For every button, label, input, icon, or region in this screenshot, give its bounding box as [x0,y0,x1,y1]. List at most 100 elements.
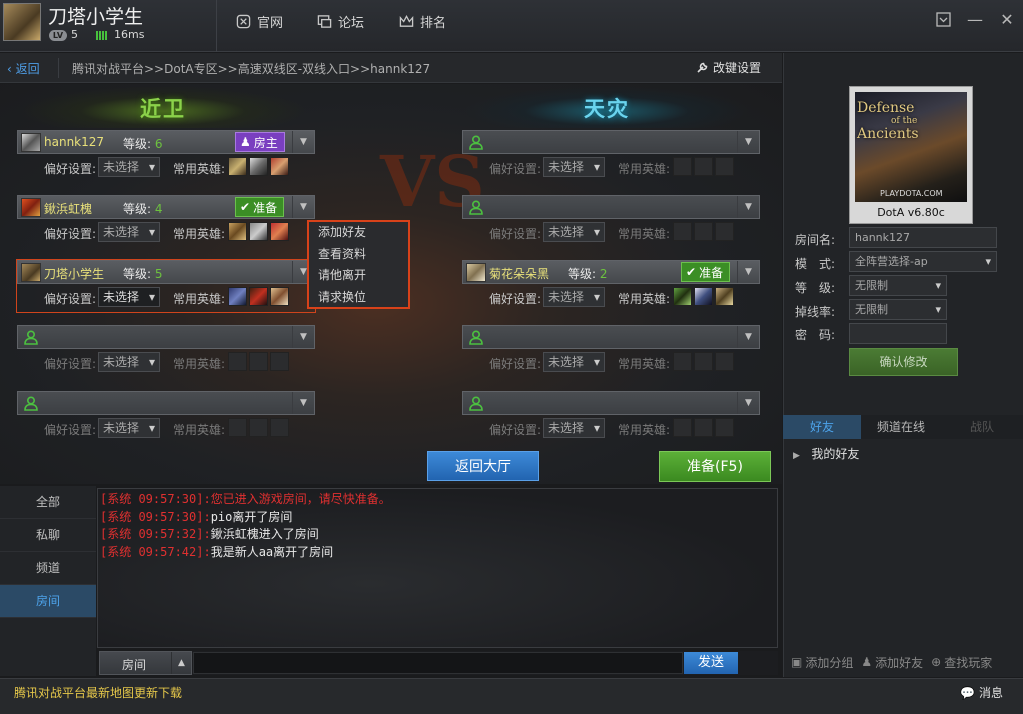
player-avatar [466,263,486,282]
hero-placeholder [694,352,713,371]
player-name[interactable]: 菊花朵朵黑 [489,265,549,282]
chevron-down-icon[interactable]: ▼ [737,392,759,414]
messages-button[interactable]: 💬 消息 [960,684,1003,701]
return-lobby-button[interactable]: 返回大厅 [427,451,539,481]
chevron-down-icon[interactable]: ▼ [292,196,314,218]
avatar[interactable] [3,3,41,41]
player-name[interactable]: 刀塔小学生 [44,265,104,282]
friend-group[interactable]: ▶ 我的好友 [793,445,859,462]
user-icon [469,200,483,215]
nav-forum[interactable]: 论坛 [317,11,364,31]
chevron-down-icon[interactable]: ▼ [737,326,759,348]
hero-portrait[interactable] [228,157,247,176]
empty-slot[interactable]: ▼ 偏好设置: 未选择 常用英雄: [462,195,760,247]
player-slot[interactable]: 菊花朵朵黑 等级: 2 ✔准备 ▼ 偏好设置: 未选择 常用英雄: [462,260,760,312]
chat-input[interactable] [193,652,683,674]
slot-header: 刀塔小学生 等级: 5 ▼ [17,260,315,284]
chat-log[interactable]: [系统 09:57:30]:您已进入游戏房间，请尽快准备。 [系统 09:57:… [97,488,778,648]
slot-settings: 偏好设置: 未选择 常用英雄: [17,417,315,441]
hero-portrait[interactable] [673,287,692,306]
chevron-down-icon[interactable]: ▼ [292,326,314,348]
pref-select[interactable]: 未选择 [98,418,160,438]
chevron-down-icon[interactable]: ▼ [737,131,759,153]
pref-select[interactable]: 未选择 [543,287,605,307]
hero-placeholder [673,418,692,437]
hero-portrait[interactable] [715,287,734,306]
chat-tab-room[interactable]: 房间 [0,585,96,618]
drop-rate-select[interactable]: 无限制 [849,299,947,320]
chevron-down-icon[interactable]: ▼ [292,131,314,153]
pref-select[interactable]: 未选择 [98,352,160,372]
slot-settings: 偏好设置: 未选择 常用英雄: [462,286,760,310]
empty-slot[interactable]: ▼ 偏好设置: 未选择 常用英雄: [462,130,760,182]
news-link[interactable]: 腾讯对战平台最新地图更新下载 [14,684,182,701]
pref-label: 偏好设置: [489,292,542,306]
close-icon[interactable]: ✕ [991,0,1023,38]
chat-tab-all[interactable]: 全部 [0,486,96,519]
level-req-select[interactable]: 无限制 [849,275,947,296]
nav-official[interactable]: 官网 [236,11,283,31]
hero-portrait[interactable] [270,157,289,176]
confirm-changes-button[interactable]: 确认修改 [849,348,958,376]
hero-portrait[interactable] [228,287,247,306]
hero-portrait[interactable] [228,222,247,241]
nav-ranking[interactable]: 排名 [399,11,446,31]
pref-select[interactable]: 未选择 [98,222,160,242]
add-group-button[interactable]: ▣ 添加分组 [791,654,853,671]
key-settings-button[interactable]: 改键设置 [696,59,761,76]
player-slot[interactable]: hannk127 等级: 6 ♟房主 ▼ 偏好设置: 未选择 常用英雄: [17,130,315,182]
pref-select[interactable]: 未选择 [543,222,605,242]
empty-slot[interactable]: ▼ 偏好设置: 未选择 常用英雄: [462,391,760,443]
password-field[interactable] [849,323,947,344]
player-name[interactable]: 鍬浜虹槐 [44,200,92,217]
hero-portrait[interactable] [270,222,289,241]
hero-portrait[interactable] [249,287,268,306]
pref-select[interactable]: 未选择 [543,157,605,177]
slot-header: ▼ [17,325,315,349]
drop-rate-label: 掉线率: [795,305,836,319]
player-slot-self[interactable]: 刀塔小学生 等级: 5 ▼ 偏好设置: 未选择 常用英雄: [16,259,316,313]
find-player-button[interactable]: ⊕ 查找玩家 [931,654,992,671]
chevron-down-icon[interactable]: ▼ [737,261,759,283]
empty-slot[interactable]: ▼ 偏好设置: 未选择 常用英雄: [17,325,315,377]
hero-portrait[interactable] [694,287,713,306]
pref-label: 偏好设置: [44,292,97,306]
back-link[interactable]: ‹ 返回 [7,60,40,77]
room-name-field[interactable]: hannk127 [849,227,997,248]
hero-portrait[interactable] [270,287,289,306]
empty-slot[interactable]: ▼ 偏好设置: 未选择 常用英雄: [17,391,315,443]
pref-select[interactable]: 未选择 [543,352,605,372]
menu-item-view-profile[interactable]: 查看资料 [309,244,408,266]
player-level: 等级: 6 [123,137,163,151]
menu-item-add-friend[interactable]: 添加好友 [309,222,408,244]
tab-friends[interactable]: 好友 [783,415,861,439]
mode-select[interactable]: 全阵营选择-ap [849,251,997,272]
chevron-down-icon[interactable]: ▼ [737,196,759,218]
send-button[interactable]: 发送 [684,652,738,674]
chat-channel-label: 房间 [122,658,147,672]
menu-item-kick[interactable]: 请他离开 [309,265,408,287]
hero-portrait[interactable] [249,157,268,176]
chevron-down-icon[interactable]: ▼ [292,392,314,414]
pref-select[interactable]: 未选择 [98,157,160,177]
chat-channel-select[interactable]: 房间 ▲ [99,651,192,675]
pref-select[interactable]: 未选择 [543,418,605,438]
pref-select[interactable]: 未选择 [98,287,160,307]
level-badge: LV [49,30,67,41]
add-friend-button[interactable]: ♟ 添加好友 [861,654,923,671]
ready-button[interactable]: 准备(F5) [659,451,771,482]
menu-item-swap[interactable]: 请求换位 [309,287,408,309]
tab-clan[interactable]: 战队 [941,415,1023,439]
dropdown-menu-icon[interactable] [927,0,959,38]
pref-label: 偏好设置: [489,423,542,437]
ready-badge: ✔ 准备 [681,262,731,282]
player-slot[interactable]: 鍬浜虹槐 等级: 4 ✔准备 ▼ 偏好设置: 未选择 常用英雄: [17,195,315,247]
chat-tab-private[interactable]: 私聊 [0,519,96,552]
player-name[interactable]: hannk127 [44,135,104,149]
empty-slot[interactable]: ▼ 偏好设置: 未选择 常用英雄: [462,325,760,377]
minimize-icon[interactable]: — [959,0,991,38]
team-scourge-banner: 天灾 [462,86,752,128]
chat-tab-channel[interactable]: 频道 [0,552,96,585]
tab-channel-online[interactable]: 频道在线 [861,415,941,439]
hero-portrait[interactable] [249,222,268,241]
